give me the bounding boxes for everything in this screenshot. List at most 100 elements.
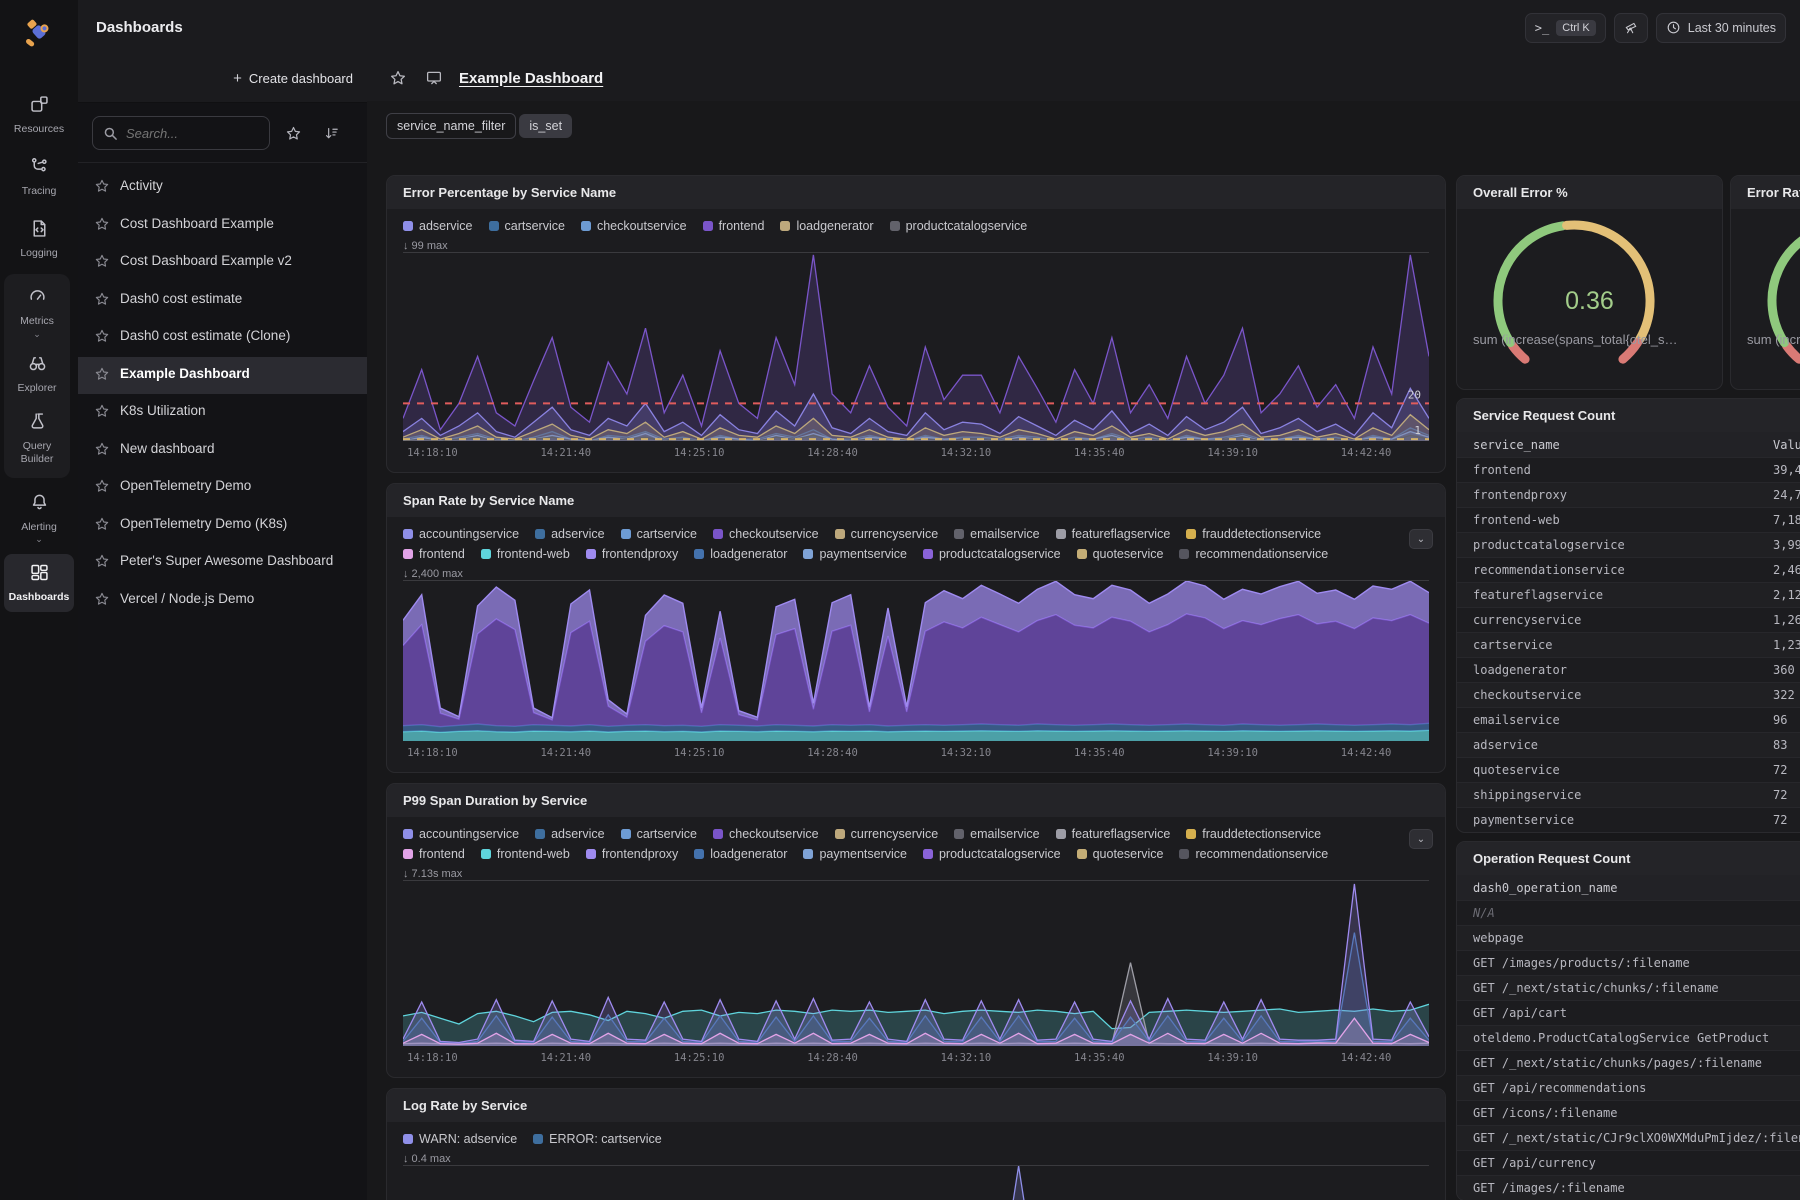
time-range-button[interactable]: Last 30 minutes (1656, 13, 1786, 43)
table-row[interactable]: frontend39,4 (1457, 457, 1800, 482)
spotlight-telescope-button[interactable] (1614, 13, 1648, 43)
legend-item[interactable]: frontendproxy (586, 547, 678, 561)
star-icon[interactable] (94, 252, 110, 274)
rail-item-explorer[interactable]: Explorer (6, 345, 68, 403)
sidebar-item-dash0-cost-estimate-clone-[interactable]: Dash0 cost estimate (Clone) (78, 319, 367, 357)
legend-item[interactable]: recommendationservice (1179, 847, 1328, 861)
table-row[interactable]: loadgenerator360 (1457, 657, 1800, 682)
rail-item-alerting[interactable]: Alerting⌄ (4, 484, 74, 550)
legend-item[interactable]: frauddetectionservice (1186, 527, 1321, 541)
legend-item[interactable]: currencyservice (835, 527, 939, 541)
star-icon[interactable] (94, 327, 110, 349)
table-row[interactable]: currencyservice1,26 (1457, 607, 1800, 632)
rail-item-metrics[interactable]: Metrics⌄ (6, 278, 68, 344)
sort-button[interactable] (316, 118, 346, 148)
star-icon[interactable] (94, 440, 110, 462)
legend-item[interactable]: checkoutservice (581, 219, 687, 233)
rail-item-resources[interactable]: Resources (4, 86, 74, 144)
legend-item[interactable]: frauddetectionservice (1186, 827, 1321, 841)
legend-item[interactable]: frontend-web (481, 847, 570, 861)
legend-item[interactable]: frontendproxy (586, 847, 678, 861)
table-row[interactable]: GET /api/recommendations (1457, 1075, 1800, 1100)
star-icon[interactable] (94, 590, 110, 612)
table-row[interactable]: quoteservice72 (1457, 757, 1800, 782)
filter-op-chip[interactable]: is_set (519, 114, 572, 138)
sidebar-item-opentelemetry-demo-k8s-[interactable]: OpenTelemetry Demo (K8s) (78, 507, 367, 545)
legend-item[interactable]: frontend (403, 547, 465, 561)
star-icon[interactable] (94, 402, 110, 424)
legend-item[interactable]: ERROR: cartservice (533, 1132, 662, 1146)
table-row[interactable]: GET /_next/static/chunks/pages/:filename (1457, 1050, 1800, 1075)
star-icon[interactable] (94, 177, 110, 199)
legend-item[interactable]: checkoutservice (713, 827, 819, 841)
legend-item[interactable]: accountingservice (403, 827, 519, 841)
table-row[interactable]: GET /images/products/:filename (1457, 950, 1800, 975)
table-row[interactable]: GET /api/currency (1457, 1150, 1800, 1175)
legend-item[interactable]: frontend-web (481, 547, 570, 561)
legend-item[interactable]: loadgenerator (780, 219, 873, 233)
sidebar-item-dash0-cost-estimate[interactable]: Dash0 cost estimate (78, 282, 367, 320)
sidebar-item-cost-dashboard-example[interactable]: Cost Dashboard Example (78, 207, 367, 245)
legend-item[interactable]: recommendationservice (1179, 547, 1328, 561)
legend-collapse-button[interactable]: ⌄ (1409, 829, 1433, 849)
table-row[interactable]: GET /_next/static/chunks/:filename (1457, 975, 1800, 1000)
table-row[interactable]: featureflagservice2,12 (1457, 582, 1800, 607)
legend-item[interactable]: loadgenerator (694, 547, 787, 561)
legend-item[interactable]: currencyservice (835, 827, 939, 841)
legend-item[interactable]: cartservice (621, 827, 697, 841)
sidebar-item-peter-s-super-awesome-dashboard[interactable]: Peter's Super Awesome Dashboard (78, 544, 367, 582)
legend-item[interactable]: adservice (535, 827, 605, 841)
legend-item[interactable]: emailservice (954, 527, 1039, 541)
legend-item[interactable]: accountingservice (403, 527, 519, 541)
table-row[interactable]: GET /api/cart (1457, 1000, 1800, 1025)
star-icon[interactable] (94, 477, 110, 499)
table-row[interactable]: checkoutservice322 (1457, 682, 1800, 707)
star-icon[interactable] (94, 290, 110, 312)
legend-item[interactable]: paymentservice (803, 847, 907, 861)
star-icon[interactable] (94, 215, 110, 237)
table-row[interactable]: webpage (1457, 925, 1800, 950)
rail-item-logging[interactable]: Logging (4, 210, 74, 268)
rail-item-tracing[interactable]: Tracing (4, 148, 74, 206)
favorite-dashboard-button[interactable] (387, 67, 409, 89)
star-icon[interactable] (94, 552, 110, 574)
dash0-logo[interactable] (17, 12, 61, 56)
filter-key-chip[interactable]: service_name_filter (386, 113, 516, 139)
search-input[interactable] (126, 126, 246, 141)
legend-item[interactable]: paymentservice (803, 547, 907, 561)
table-row[interactable]: frontendproxy24,7 (1457, 482, 1800, 507)
table-row[interactable]: GET /icons/:filename (1457, 1100, 1800, 1125)
sidebar-item-activity[interactable]: Activity (78, 169, 367, 207)
table-row[interactable]: productcatalogservice3,99 (1457, 532, 1800, 557)
rail-item-query-builder[interactable]: Query Builder (6, 403, 68, 474)
create-dashboard-button[interactable]: + Create dashboard (233, 70, 353, 87)
favorites-filter-button[interactable] (278, 118, 308, 148)
table-row[interactable]: shippingservice72 (1457, 782, 1800, 807)
table-row[interactable]: cartservice1,23 (1457, 632, 1800, 657)
legend-item[interactable]: frontend (403, 847, 465, 861)
present-dashboard-button[interactable] (423, 67, 445, 89)
legend-collapse-button[interactable]: ⌄ (1409, 529, 1433, 549)
table-row[interactable]: frontend-web7,18 (1457, 507, 1800, 532)
legend-item[interactable]: adservice (403, 219, 473, 233)
legend-item[interactable]: productcatalogservice (923, 847, 1061, 861)
rail-item-dashboards[interactable]: Dashboards (4, 554, 74, 612)
star-icon[interactable] (94, 515, 110, 537)
sidebar-item-new-dashboard[interactable]: New dashboard (78, 432, 367, 470)
table-row[interactable]: oteldemo.ProductCatalogService GetProduc… (1457, 1025, 1800, 1050)
sidebar-item-cost-dashboard-example-v2[interactable]: Cost Dashboard Example v2 (78, 244, 367, 282)
dashboard-title[interactable]: Example Dashboard (459, 70, 603, 87)
sidebar-item-example-dashboard[interactable]: Example Dashboard (78, 357, 367, 395)
legend-item[interactable]: loadgenerator (694, 847, 787, 861)
legend-item[interactable]: emailservice (954, 827, 1039, 841)
table-row[interactable]: N/A (1457, 900, 1800, 925)
legend-item[interactable]: cartservice (621, 527, 697, 541)
sidebar-item-opentelemetry-demo[interactable]: OpenTelemetry Demo (78, 469, 367, 507)
table-row[interactable]: paymentservice72 (1457, 807, 1800, 832)
table-row[interactable]: GET /images/:filename (1457, 1175, 1800, 1200)
sidebar-item-vercel-node-js-demo[interactable]: Vercel / Node.js Demo (78, 582, 367, 620)
legend-item[interactable]: productcatalogservice (890, 219, 1028, 233)
table-row[interactable]: adservice83 (1457, 732, 1800, 757)
legend-item[interactable]: featureflagservice (1056, 827, 1171, 841)
legend-item[interactable]: quoteservice (1077, 547, 1164, 561)
